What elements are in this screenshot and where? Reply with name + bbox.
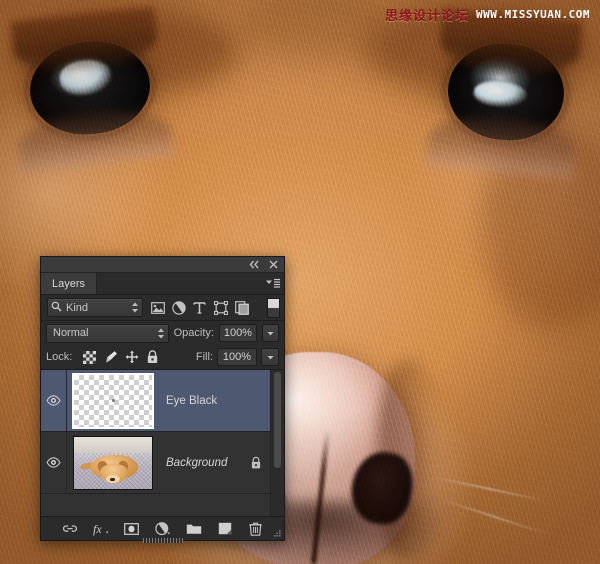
svg-text:fx: fx: [93, 522, 102, 536]
layers-panel: Layers Kind Normal Opacity: 100% Lock: F…: [40, 256, 285, 543]
scrollbar-thumb[interactable]: [274, 372, 281, 468]
lock-all-icon[interactable]: [145, 350, 160, 365]
layer-name-label[interactable]: Background: [160, 457, 242, 469]
layer-thumbnail-transparent[interactable]: [72, 372, 154, 429]
blend-mode-select[interactable]: Normal: [46, 323, 169, 343]
add-layer-mask-icon[interactable]: [123, 520, 141, 538]
screenshot-root: 思缘设计论坛 WWW.MISSYUAN.COM Layers Kind Norm…: [0, 0, 600, 564]
layer-visibility-toggle[interactable]: [41, 370, 67, 431]
layer-thumbnail-dog-photo[interactable]: [73, 435, 153, 490]
lock-position-icon[interactable]: [124, 350, 139, 365]
chevron-updown-icon: [131, 302, 139, 313]
eye-visibility-icon: [46, 395, 61, 406]
panel-bottom-resize-handle[interactable]: [142, 538, 183, 543]
layer-lock-indicator: [242, 456, 270, 470]
watermark: 思缘设计论坛 WWW.MISSYUAN.COM: [385, 5, 590, 24]
layer-thumbnail-cell[interactable]: [67, 372, 160, 429]
layer-filter-row: Kind: [41, 295, 284, 321]
filter-kind-select[interactable]: Kind: [47, 298, 143, 317]
tab-strip-filler: [97, 273, 262, 294]
type-layer-filter-icon[interactable]: [191, 299, 208, 316]
add-layer-style-icon[interactable]: fx: [92, 520, 110, 538]
panel-resize-grip[interactable]: [271, 528, 282, 539]
tab-layers[interactable]: Layers: [41, 273, 98, 294]
search-icon: [51, 301, 62, 315]
thumb-sky: [74, 436, 152, 455]
link-layers-icon[interactable]: [61, 520, 79, 538]
layer-row-eye-black[interactable]: Eye Black: [41, 370, 270, 432]
lock-fill-row: Lock: Fill: 100%: [41, 345, 284, 370]
layer-row-background[interactable]: Background: [41, 432, 270, 494]
panel-titlebar: [41, 257, 284, 273]
lock-label: Lock:: [46, 351, 73, 363]
filter-type-icons: [149, 299, 250, 316]
fill-label: Fill:: [195, 351, 213, 363]
fill-input[interactable]: 100%: [217, 348, 257, 366]
collapse-panel-icon[interactable]: [249, 259, 260, 270]
opacity-dropdown-icon[interactable]: [261, 324, 279, 342]
layer-list-empty-space: [41, 494, 270, 516]
layer-name-label[interactable]: Eye Black: [160, 395, 242, 407]
layers-panel-footer: fx: [41, 516, 284, 543]
new-group-icon[interactable]: [185, 520, 203, 538]
layer-thumbnail-cell[interactable]: [67, 435, 160, 490]
fill-dropdown-icon[interactable]: [261, 348, 279, 366]
filter-kind-label: Kind: [66, 301, 89, 314]
thumbnail-dog-image: [74, 436, 152, 489]
opacity-label: Opacity:: [173, 327, 214, 339]
layer-list: Eye Black Background: [41, 370, 270, 516]
smart-object-filter-icon[interactable]: [233, 299, 250, 316]
lock-icon: [251, 456, 261, 468]
lock-image-pixels-icon[interactable]: [103, 350, 118, 365]
blend-opacity-row: Normal Opacity: 100%: [41, 321, 284, 345]
lock-buttons: [82, 350, 160, 365]
filter-enable-toggle[interactable]: [267, 297, 280, 318]
panel-tab-strip: Layers: [41, 273, 284, 295]
delete-layer-icon[interactable]: [247, 520, 265, 538]
close-icon[interactable]: [268, 259, 279, 270]
watermark-chinese-text: 思缘设计论坛: [385, 9, 470, 24]
lock-transparent-pixels-icon[interactable]: [82, 350, 97, 365]
chevron-updown-icon: [157, 328, 165, 339]
panel-menu-icon[interactable]: [262, 273, 284, 294]
watermark-url-text: WWW.MISSYUAN.COM: [476, 8, 590, 21]
blend-mode-value: Normal: [53, 327, 89, 339]
new-adjustment-layer-icon[interactable]: [154, 520, 172, 538]
shape-layer-filter-icon[interactable]: [212, 299, 229, 316]
adjustment-layer-filter-icon[interactable]: [170, 299, 187, 316]
layer-list-wrapper: Eye Black Background: [41, 370, 284, 516]
eye-visibility-icon: [46, 457, 61, 468]
new-layer-icon[interactable]: [216, 520, 234, 538]
transparency-checker: [74, 374, 152, 427]
pixel-layer-filter-icon[interactable]: [149, 299, 166, 316]
layer-visibility-toggle[interactable]: [41, 432, 67, 493]
tab-layers-label: Layers: [52, 277, 86, 290]
thumbnail-content-dot: [111, 399, 115, 402]
layer-list-scrollbar[interactable]: [270, 370, 284, 516]
opacity-input[interactable]: 100%: [218, 324, 257, 342]
